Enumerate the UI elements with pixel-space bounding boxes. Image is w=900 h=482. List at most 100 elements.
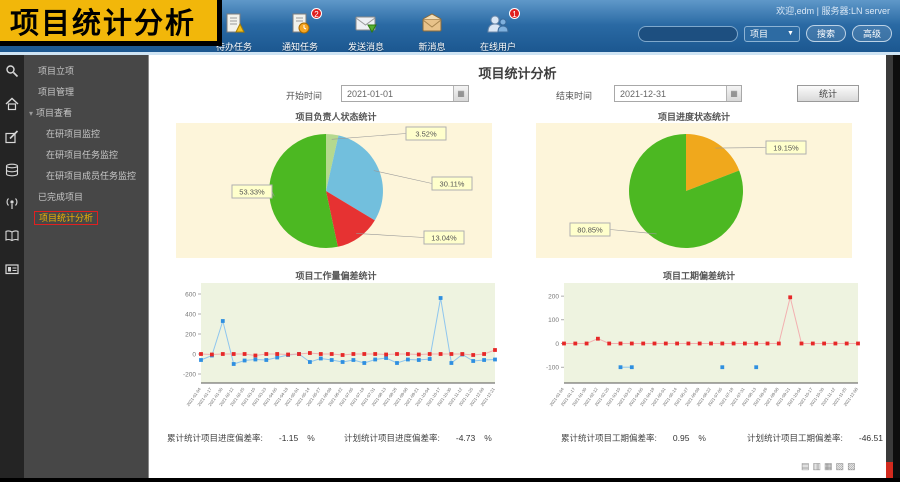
stat-label: 累计统计项目工期偏差率: [561, 433, 657, 443]
line-chart-duration: 200 100 0 -100 2021-01-04 2021-01-17 2021-01-3… [534, 281, 864, 431]
start-date-input[interactable] [342, 86, 453, 101]
page-title: 项目统计分析 [478, 66, 557, 81]
global-search-input[interactable] [637, 25, 738, 42]
svg-text:100: 100 [548, 317, 559, 324]
database-icon[interactable] [4, 162, 20, 178]
pie-chart-progress: 19.15% 80.85% [536, 123, 852, 258]
svg-text:80.85%: 80.85% [577, 226, 603, 235]
page-mini-toolbar: ▤ ▥ ▦ ▧ ▨ [801, 461, 856, 471]
home-icon[interactable] [4, 96, 20, 112]
stat-value: 0.95 [672, 433, 690, 443]
menu-label: 项目管理 [38, 87, 75, 97]
online-users-icon [485, 12, 511, 36]
sidebar-item-active-project-monitor[interactable]: 在研项目监控 [24, 124, 148, 145]
search-icon[interactable] [4, 63, 20, 79]
menu-label: 已完成项目 [38, 192, 84, 202]
caret-down-icon: ▾ [29, 109, 34, 118]
online-badge: 1 [509, 8, 520, 19]
annotation-title: 项目统计分析 [0, 0, 222, 46]
sidebar-menu: 项目立项 项目管理 ▾ 项目查看 在研项目监控 在研项目任务监控 在研项目成员任务… [24, 55, 148, 478]
export-icon[interactable]: ▤ [801, 461, 810, 471]
line-chart-workload: 600 400 200 0 -200 2021-01-04 2021-01-17 2021-0… [171, 281, 501, 431]
svg-text:0: 0 [192, 351, 196, 358]
menu-label: 在研项目任务监控 [46, 150, 119, 160]
search-category-value: 项目 [749, 29, 768, 39]
pie1-title: 项目负责人状态统计 [295, 112, 377, 122]
end-date-input[interactable] [615, 86, 726, 101]
svg-text:200: 200 [185, 331, 196, 338]
scrollbar-thumb[interactable] [886, 462, 893, 478]
sidebar-item-project-view[interactable]: ▾ 项目查看 [24, 103, 148, 124]
menu-label: 在研项目监控 [46, 129, 101, 139]
menu-label: 项目查看 [36, 108, 73, 118]
svg-text:400: 400 [185, 311, 196, 318]
sidebar-item-project-statistics[interactable]: 项目统计分析 [24, 208, 148, 229]
sidebar-item-active-task-monitor[interactable]: 在研项目任务监控 [24, 145, 148, 166]
stat-planned-progress: 计划统计项目进度偏差率: -4.73% [344, 432, 492, 444]
stat-label: 累计统计项目进度偏差率: [167, 433, 263, 443]
end-date-label: 结束时间 [556, 91, 593, 101]
todo-tasks-icon [221, 12, 247, 36]
compose-icon[interactable] [4, 129, 20, 145]
svg-text:53.33%: 53.33% [239, 188, 265, 197]
search-category-select[interactable]: 项目 ▼ [743, 25, 800, 42]
sidebar-item-project-management[interactable]: 项目管理 [24, 82, 148, 103]
send-message-button[interactable]: 发送消息 [340, 12, 392, 53]
menu-label: 在研项目成员任务监控 [46, 171, 137, 181]
online-users-button[interactable]: 1 在线用户 [472, 8, 524, 53]
statistics-button[interactable]: 统计 [797, 85, 859, 102]
stat-unit: % [307, 433, 315, 443]
stat-value: -4.73 [455, 433, 476, 443]
menu-label: 项目立项 [38, 66, 75, 76]
sidebar-item-member-task-monitor[interactable]: 在研项目成员任务监控 [24, 166, 148, 187]
pie-chart-status: 3.52% 30.11% 13.04% 53.33% [176, 123, 492, 258]
stat-value: -46.51 [858, 433, 883, 443]
idcard-icon[interactable] [4, 261, 20, 277]
svg-text:0: 0 [555, 341, 559, 348]
svg-text:600: 600 [185, 291, 196, 298]
new-message-icon [419, 12, 445, 36]
notify-tasks-button[interactable]: 2 通知任务 [274, 8, 326, 53]
advanced-search-button[interactable]: 高级 [851, 25, 892, 42]
svg-text:13.04%: 13.04% [431, 234, 457, 243]
stat-label: 计划统计项目进度偏差率: [344, 433, 440, 443]
vertical-scrollbar[interactable] [886, 55, 893, 478]
refresh-icon[interactable]: ▨ [847, 461, 856, 471]
sidebar-item-project-initiation[interactable]: 项目立项 [24, 61, 148, 82]
page-bottom-edge [0, 478, 900, 482]
svg-text:30.11%: 30.11% [440, 180, 465, 189]
layout-icon[interactable]: ▧ [836, 461, 845, 471]
notify-tasks-icon [287, 12, 313, 36]
svg-text:-100: -100 [546, 365, 559, 372]
end-date-field: ▦ [614, 85, 742, 102]
print-icon[interactable]: ▥ [813, 461, 822, 471]
grid-icon[interactable]: ▦ [824, 461, 833, 471]
new-message-button[interactable]: 新消息 [406, 12, 458, 53]
svg-text:-200: -200 [183, 371, 196, 378]
start-date-calendar-icon[interactable]: ▦ [453, 86, 468, 101]
notify-badge: 2 [311, 8, 322, 19]
stat-value: -1.15 [278, 433, 299, 443]
end-date-calendar-icon[interactable]: ▦ [726, 86, 741, 101]
welcome-text: 欢迎,edm | 服务器:LN server [776, 6, 890, 16]
svg-text:200: 200 [548, 293, 559, 300]
send-message-icon [353, 12, 379, 36]
sidebar-item-completed-projects[interactable]: 已完成项目 [24, 187, 148, 208]
page-right-edge [893, 55, 900, 482]
pie2-title: 项目进度状态统计 [657, 112, 730, 122]
stat-cumulative-progress: 累计统计项目进度偏差率: -1.15% [167, 432, 315, 444]
sidebar-icon-strip [0, 55, 24, 478]
stat-unit: % [484, 433, 492, 443]
start-date-field: ▦ [341, 85, 469, 102]
stat-cumulative-duration: 累计统计项目工期偏差率: 0.95% [561, 432, 706, 444]
book-icon[interactable] [4, 228, 20, 244]
navbar-toolbar: 待办任务 2 通知任务 发送消息 新消息 1 在线用户 [208, 8, 524, 53]
start-date-label: 开始时间 [286, 91, 323, 101]
broadcast-icon[interactable] [4, 195, 20, 211]
statistics-form: 开始时间 ▦ 结束时间 ▦ 统计 [149, 85, 886, 103]
svg-text:3.52%: 3.52% [415, 130, 437, 139]
search-button[interactable]: 搜索 [805, 25, 846, 42]
chevron-down-icon: ▼ [787, 30, 794, 37]
stat-planned-duration: 计划统计项目工期偏差率:-46.51% [747, 432, 900, 444]
main-content: 项目统计分析 开始时间 ▦ 结束时间 ▦ 统计 项目负责人状态统计 项目进度状态… [148, 55, 900, 478]
